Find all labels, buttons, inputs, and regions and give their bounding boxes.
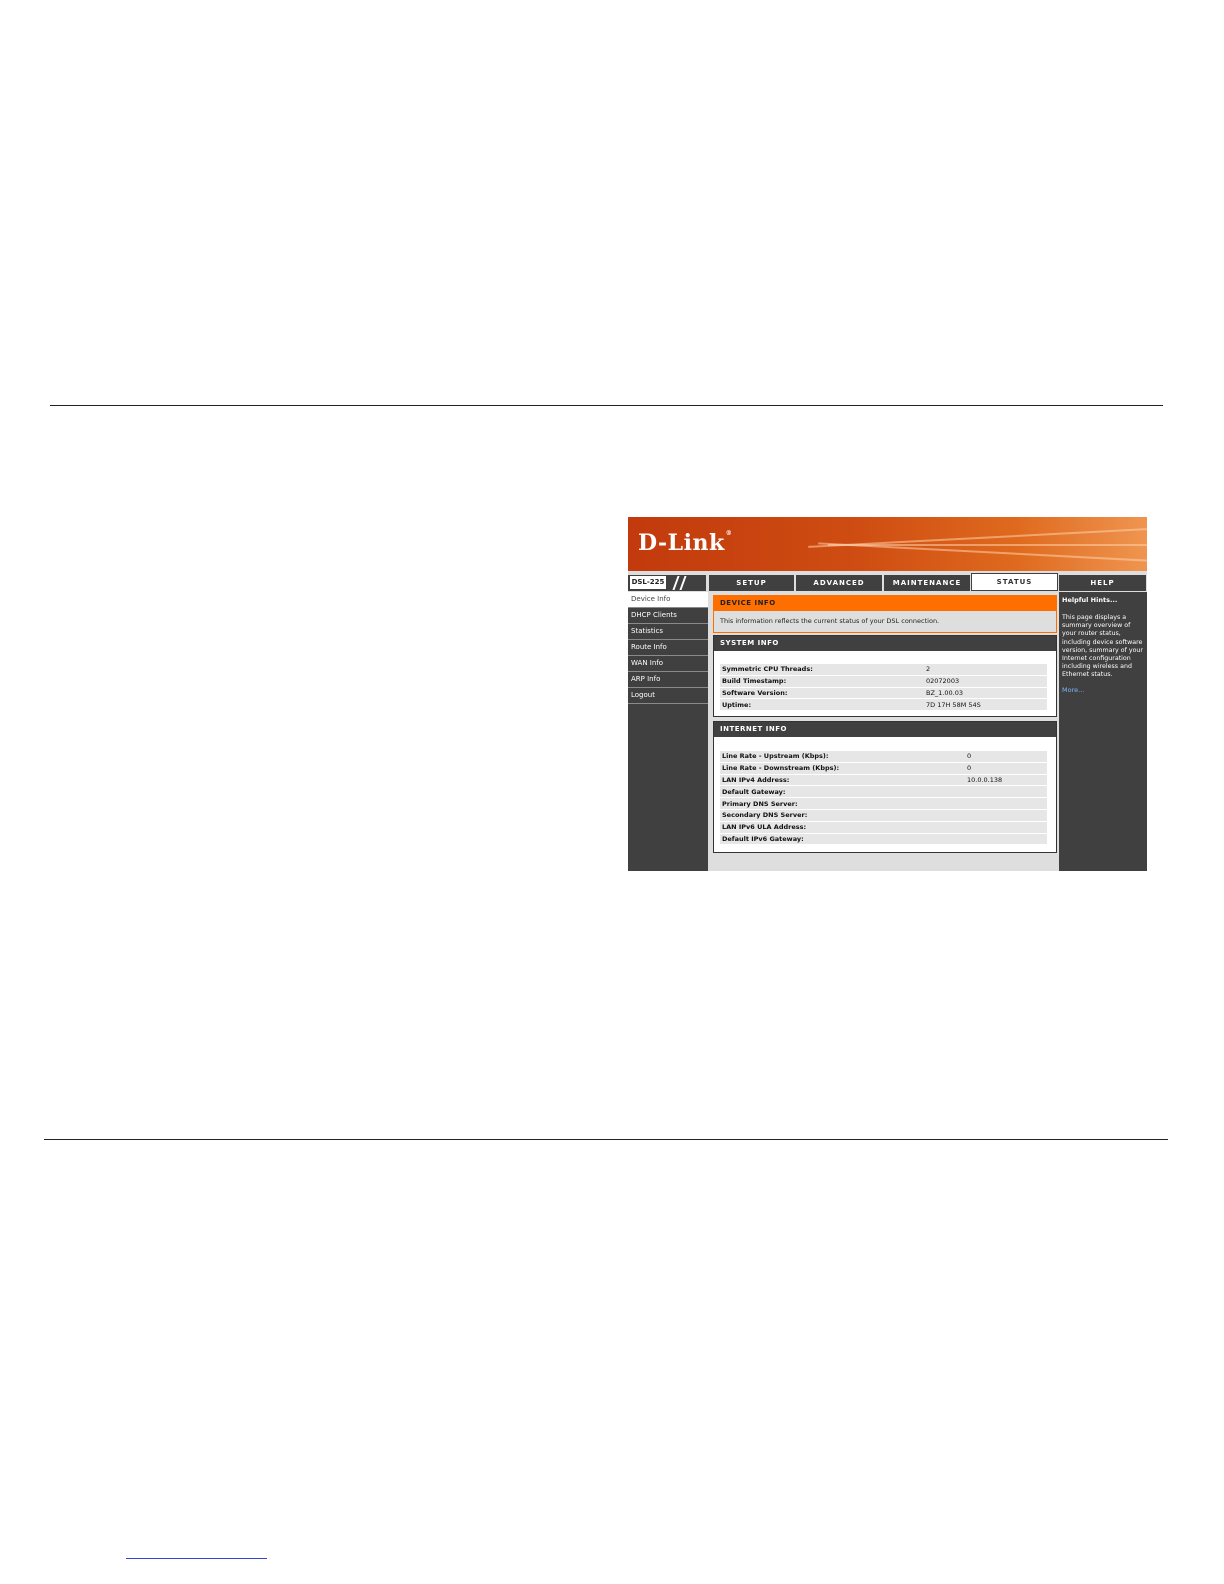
row-label: Default IPv6 Gateway: — [720, 833, 965, 845]
row-value: BZ_1.00.03 — [924, 687, 1047, 699]
row-label: Uptime: — [720, 699, 924, 711]
internet-info-title: INTERNET INFO — [714, 722, 1056, 737]
table-row: Secondary DNS Server: — [720, 809, 1047, 821]
registered-mark: ® — [725, 530, 733, 537]
table-row: LAN IPv4 Address: 10.0.0.138 — [720, 774, 1047, 786]
row-label: Default Gateway: — [720, 786, 965, 798]
table-row: Build Timestamp: 02072003 — [720, 675, 1047, 687]
sidebar-item-wan-info[interactable]: WAN Info — [628, 656, 708, 672]
tab-maintenance[interactable]: MAINTENANCE — [884, 575, 970, 591]
sidebar-item-dhcp-clients[interactable]: DHCP Clients — [628, 608, 708, 624]
system-info-table: Symmetric CPU Threads: 2 Build Timestamp:… — [720, 663, 1047, 711]
row-value: 2 — [924, 664, 1047, 675]
row-label: Secondary DNS Server: — [720, 809, 965, 821]
top-nav: DSL-225 SETUP ADVANCED MAINTENANCE STATU… — [628, 573, 1147, 591]
slash-decoration — [679, 576, 687, 590]
row-label: Software Version: — [720, 687, 924, 699]
device-info-description: This information reflects the current st… — [720, 617, 940, 625]
help-text: This page displays a summary overview of… — [1062, 614, 1144, 679]
table-row: Symmetric CPU Threads: 2 — [720, 664, 1047, 675]
model-label: DSL-225 — [630, 576, 666, 589]
device-info-section: DEVICE INFO This information reflects th… — [713, 595, 1057, 633]
row-value — [965, 798, 1047, 809]
row-value — [965, 833, 1047, 845]
row-value: 0 — [965, 762, 1047, 774]
main-content: DEVICE INFO This information reflects th… — [709, 592, 1058, 871]
sidebar-item-arp-info[interactable]: ARP Info — [628, 672, 708, 688]
page-divider-top — [50, 405, 1163, 406]
slash-decoration — [672, 576, 680, 590]
row-label: Line Rate - Upstream (Kbps): — [720, 751, 965, 762]
row-value — [965, 809, 1047, 821]
internet-info-table: Line Rate - Upstream (Kbps): 0 Line Rate … — [720, 750, 1047, 845]
model-box: DSL-225 — [628, 575, 706, 591]
row-label: Symmetric CPU Threads: — [720, 664, 924, 675]
row-value: 10.0.0.138 — [965, 774, 1047, 786]
sidebar-item-statistics[interactable]: Statistics — [628, 624, 708, 640]
row-value: 02072003 — [924, 675, 1047, 687]
row-label: LAN IPv4 Address: — [720, 774, 965, 786]
device-info-title: DEVICE INFO — [714, 596, 1056, 611]
help-more-link[interactable]: More... — [1062, 686, 1147, 694]
page-divider-bottom — [44, 1139, 1168, 1140]
row-value — [965, 786, 1047, 798]
tab-advanced[interactable]: ADVANCED — [796, 575, 882, 591]
row-label: Build Timestamp: — [720, 675, 924, 687]
sidebar: Device Info DHCP Clients Statistics Rout… — [628, 592, 708, 871]
header-banner: D-Link® — [628, 517, 1147, 571]
system-info-title: SYSTEM INFO — [714, 636, 1056, 651]
row-value — [965, 821, 1047, 833]
help-title: Helpful Hints... — [1062, 596, 1118, 604]
sidebar-item-device-info[interactable]: Device Info — [628, 592, 708, 608]
row-label: Primary DNS Server: — [720, 798, 965, 809]
router-admin-screenshot: D-Link® DSL-225 SETUP ADVANCED MAINTENAN… — [628, 517, 1147, 871]
table-row: Default Gateway: — [720, 786, 1047, 798]
help-panel: Helpful Hints... This page displays a su… — [1059, 592, 1147, 871]
footer-link-underline[interactable] — [126, 1558, 267, 1559]
system-info-section: SYSTEM INFO Symmetric CPU Threads: 2 Buil… — [713, 635, 1057, 717]
table-row: Default IPv6 Gateway: — [720, 833, 1047, 845]
row-label: LAN IPv6 ULA Address: — [720, 821, 965, 833]
table-row: Software Version: BZ_1.00.03 — [720, 687, 1047, 699]
row-label: Line Rate - Downstream (Kbps): — [720, 762, 965, 774]
dlink-logo[interactable]: D-Link® — [638, 530, 732, 556]
sidebar-item-route-info[interactable]: Route Info — [628, 640, 708, 656]
table-row: Line Rate - Upstream (Kbps): 0 — [720, 751, 1047, 762]
table-row: Uptime: 7D 17H 58M 54S — [720, 699, 1047, 711]
tab-help[interactable]: HELP — [1059, 575, 1146, 591]
tab-status[interactable]: STATUS — [971, 573, 1058, 591]
table-row: LAN IPv6 ULA Address: — [720, 821, 1047, 833]
sidebar-item-logout[interactable]: Logout — [628, 688, 708, 704]
table-row: Primary DNS Server: — [720, 798, 1047, 809]
internet-info-section: INTERNET INFO Line Rate - Upstream (Kbps… — [713, 721, 1057, 853]
table-row: Line Rate - Downstream (Kbps): 0 — [720, 762, 1047, 774]
row-value: 7D 17H 58M 54S — [924, 699, 1047, 711]
tab-setup[interactable]: SETUP — [709, 575, 794, 591]
row-value: 0 — [965, 751, 1047, 762]
